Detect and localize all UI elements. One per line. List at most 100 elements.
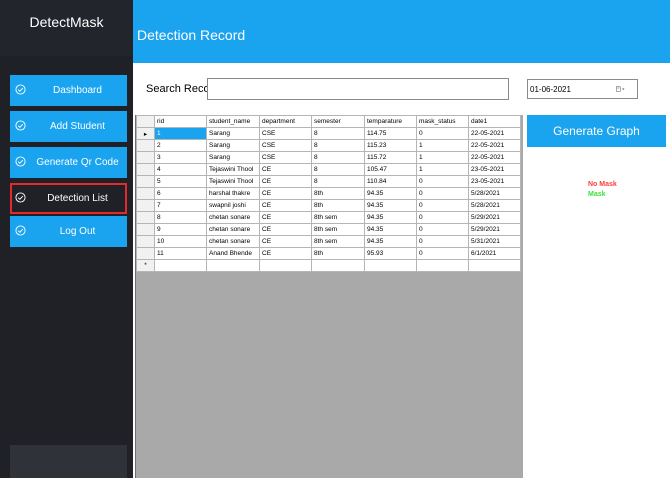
- table-cell[interactable]: 5/29/2021: [468, 211, 521, 224]
- table-cell[interactable]: CE: [259, 235, 312, 248]
- table-cell[interactable]: 94.35: [364, 187, 417, 200]
- table-cell[interactable]: 0: [416, 127, 469, 140]
- table-cell[interactable]: 0: [416, 175, 469, 188]
- table-cell[interactable]: 4: [154, 163, 207, 176]
- table-cell[interactable]: 5/31/2021: [468, 235, 521, 248]
- table-cell[interactable]: 8: [311, 139, 365, 152]
- table-cell[interactable]: 94.35: [364, 235, 417, 248]
- table-row[interactable]: 3 Sarang CSE 8 115.72 1 22-05-2021: [136, 151, 521, 164]
- table-cell[interactable]: 105.47: [364, 163, 417, 176]
- column-header[interactable]: rid: [154, 115, 207, 128]
- table-cell[interactable]: 0: [416, 199, 469, 212]
- table-cell[interactable]: chetan sonare: [206, 223, 260, 236]
- table-cell[interactable]: 22-05-2021: [468, 127, 521, 140]
- row-header[interactable]: [136, 223, 155, 236]
- table-cell[interactable]: 5/29/2021: [468, 223, 521, 236]
- table-cell[interactable]: 6: [154, 187, 207, 200]
- table-row[interactable]: 4 Tejaswini Thool CE 8 105.47 1 23-05-2021: [136, 163, 521, 176]
- table-cell[interactable]: 8: [311, 163, 365, 176]
- column-header[interactable]: semester: [311, 115, 365, 128]
- table-cell[interactable]: 1: [416, 163, 469, 176]
- table-cell[interactable]: 115.72: [364, 151, 417, 164]
- table-cell[interactable]: [364, 259, 417, 272]
- nav-log-out[interactable]: Log Out: [10, 216, 127, 247]
- table-cell[interactable]: CE: [259, 187, 312, 200]
- table-cell[interactable]: [259, 259, 312, 272]
- row-header[interactable]: [136, 235, 155, 248]
- nav-add-student[interactable]: Add Student: [10, 111, 127, 142]
- row-header[interactable]: [136, 163, 155, 176]
- table-row[interactable]: 11 Anand Bhende CE 8th 95.93 0 6/1/2021: [136, 247, 521, 260]
- table-cell[interactable]: CE: [259, 223, 312, 236]
- row-header[interactable]: [136, 211, 155, 224]
- nav-generate-qr-code[interactable]: Generate Qr Code: [10, 147, 127, 178]
- table-row[interactable]: 10 chetan sonare CE 8th sem 94.35 0 5/31/2021: [136, 235, 521, 248]
- table-cell[interactable]: 8th: [311, 199, 365, 212]
- table-cell[interactable]: 23-05-2021: [468, 163, 521, 176]
- table-row[interactable]: 6 harshal thakre CE 8th 94.35 0 5/28/2021: [136, 187, 521, 200]
- table-cell[interactable]: 1: [154, 127, 207, 140]
- table-cell[interactable]: 10: [154, 235, 207, 248]
- table-cell[interactable]: 11: [154, 247, 207, 260]
- table-cell[interactable]: 22-05-2021: [468, 139, 521, 152]
- row-header[interactable]: [136, 175, 155, 188]
- table-cell[interactable]: 95.93: [364, 247, 417, 260]
- table-cell[interactable]: 8th sem: [311, 235, 365, 248]
- table-cell[interactable]: [154, 259, 207, 272]
- table-cell[interactable]: 94.35: [364, 211, 417, 224]
- row-header[interactable]: [136, 187, 155, 200]
- table-cell[interactable]: 114.75: [364, 127, 417, 140]
- table-cell[interactable]: 8: [311, 175, 365, 188]
- table-cell[interactable]: 5/28/2021: [468, 187, 521, 200]
- search-input[interactable]: [207, 78, 509, 100]
- table-cell[interactable]: CE: [259, 163, 312, 176]
- row-header[interactable]: [136, 139, 155, 152]
- table-cell[interactable]: chetan sonare: [206, 235, 260, 248]
- table-cell[interactable]: 0: [416, 235, 469, 248]
- table-cell[interactable]: 94.35: [364, 199, 417, 212]
- table-cell[interactable]: CE: [259, 199, 312, 212]
- table-cell[interactable]: 8th: [311, 247, 365, 260]
- table-row[interactable]: 9 chetan sonare CE 8th sem 94.35 0 5/29/2021: [136, 223, 521, 236]
- generate-graph-button[interactable]: Generate Graph: [527, 115, 666, 147]
- table-cell[interactable]: 9: [154, 223, 207, 236]
- table-cell[interactable]: 94.35: [364, 223, 417, 236]
- table-cell[interactable]: 1: [416, 139, 469, 152]
- table-cell[interactable]: 8th: [311, 187, 365, 200]
- table-cell[interactable]: Sarang: [206, 127, 260, 140]
- table-cell[interactable]: CSE: [259, 139, 312, 152]
- table-cell[interactable]: Sarang: [206, 139, 260, 152]
- new-row[interactable]: *: [136, 259, 521, 272]
- column-header[interactable]: department: [259, 115, 312, 128]
- column-header[interactable]: mask_status: [416, 115, 469, 128]
- table-cell[interactable]: 23-05-2021: [468, 175, 521, 188]
- table-cell[interactable]: [206, 259, 260, 272]
- table-cell[interactable]: 0: [416, 223, 469, 236]
- table-cell[interactable]: 5/28/2021: [468, 199, 521, 212]
- table-cell[interactable]: CSE: [259, 127, 312, 140]
- table-cell[interactable]: [416, 259, 469, 272]
- table-cell[interactable]: chetan sonare: [206, 211, 260, 224]
- row-header[interactable]: [136, 199, 155, 212]
- table-cell[interactable]: 6/1/2021: [468, 247, 521, 260]
- table-cell[interactable]: 2: [154, 139, 207, 152]
- table-cell[interactable]: harshal thakre: [206, 187, 260, 200]
- table-cell[interactable]: 5: [154, 175, 207, 188]
- table-cell[interactable]: 1: [416, 151, 469, 164]
- table-cell[interactable]: 7: [154, 199, 207, 212]
- table-cell[interactable]: Anand Bhende: [206, 247, 260, 260]
- table-row[interactable]: ▸ 1 Sarang CSE 8 114.75 0 22-05-2021: [136, 127, 521, 140]
- row-header[interactable]: [136, 247, 155, 260]
- table-cell[interactable]: Tejaswini Thool: [206, 175, 260, 188]
- table-cell[interactable]: 3: [154, 151, 207, 164]
- table-row[interactable]: 2 Sarang CSE 8 115.23 1 22-05-2021: [136, 139, 521, 152]
- table-cell[interactable]: CE: [259, 211, 312, 224]
- date-picker[interactable]: 01-06-2021: [527, 79, 638, 99]
- table-row[interactable]: 5 Tejaswini Thool CE 8 110.84 0 23-05-2021: [136, 175, 521, 188]
- row-header[interactable]: ▸: [136, 127, 155, 140]
- table-cell[interactable]: 8th sem: [311, 223, 365, 236]
- table-cell[interactable]: 0: [416, 247, 469, 260]
- table-cell[interactable]: CSE: [259, 151, 312, 164]
- table-row[interactable]: 7 swapnil joshi CE 8th 94.35 0 5/28/2021: [136, 199, 521, 212]
- table-cell[interactable]: 8: [311, 151, 365, 164]
